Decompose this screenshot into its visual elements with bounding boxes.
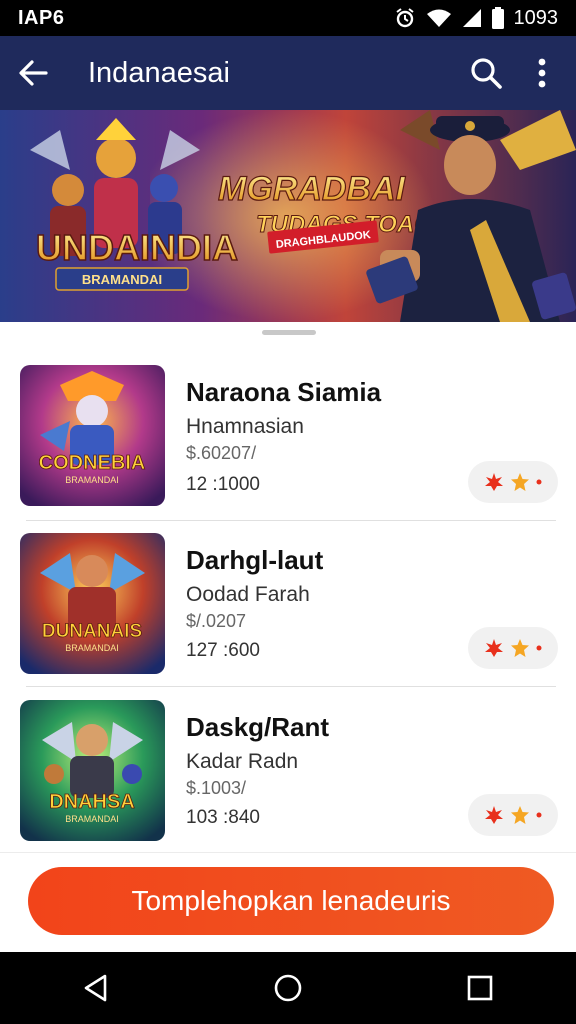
star-icon — [511, 473, 529, 491]
overflow-menu-button[interactable] — [514, 36, 570, 110]
item-title: Daskg/Rant — [186, 712, 330, 742]
thumb-subtitle: BRAMANDAI — [65, 475, 119, 485]
dot-icon — [536, 479, 542, 485]
list-divider — [26, 686, 556, 687]
arrow-left-icon — [19, 60, 48, 86]
system-nav-bar — [0, 952, 576, 1024]
signal-icon — [462, 9, 481, 27]
item-price: $.1003/ — [186, 778, 247, 798]
flame-icon — [485, 806, 503, 824]
more-vert-icon — [538, 58, 546, 88]
nav-back-button[interactable] — [66, 958, 126, 1018]
search-icon — [471, 58, 502, 89]
item-subtitle: Hnamnasian — [186, 415, 304, 438]
alarm-icon — [395, 8, 414, 28]
item-subtitle: Kadar Radn — [186, 750, 299, 773]
banner-logo-text: UNDAINDIA — [36, 227, 238, 268]
rating-badge[interactable] — [468, 627, 558, 669]
cta-bar: Tomplehopkan lenadeuris — [0, 852, 576, 952]
dot-icon — [536, 812, 542, 818]
thumb-title: CODNEBIA — [39, 452, 146, 474]
status-time: 1093 — [513, 6, 559, 29]
nav-recents-icon — [467, 975, 493, 1001]
sheet-drag-handle[interactable] — [262, 330, 316, 335]
flame-icon — [485, 639, 503, 657]
item-stat: 103 :840 — [186, 807, 260, 828]
game-thumbnail: DNAHSA BRAMANDAI — [20, 700, 165, 841]
item-stat: 127 :600 — [186, 640, 260, 661]
promo-banner[interactable]: UNDAINDIA BRAMANDAI MGRADBAI TUDAGS TOAG… — [0, 110, 576, 322]
battery-icon — [491, 7, 504, 29]
item-price: $.60207/ — [186, 443, 257, 463]
rating-badge[interactable] — [468, 794, 558, 836]
nav-recents-button[interactable] — [450, 958, 510, 1018]
star-icon — [511, 806, 529, 824]
banner-logo-subtitle: BRAMANDAI — [82, 272, 162, 287]
back-button[interactable] — [0, 36, 66, 110]
search-button[interactable] — [458, 36, 514, 110]
game-thumbnail: DUNANAIS BRAMANDAI — [20, 533, 165, 674]
list-item[interactable]: DNAHSA BRAMANDAI Daskg/Rant Kadar Radn $… — [0, 700, 576, 866]
item-title: Naraona Siamia — [186, 377, 382, 407]
status-carrier-label: IAP6 — [18, 6, 65, 29]
nav-home-icon — [274, 974, 302, 1002]
item-price: $/.0207 — [186, 611, 247, 631]
thumb-title: DNAHSA — [49, 791, 135, 813]
dot-icon — [536, 645, 542, 651]
star-icon — [511, 639, 529, 657]
game-thumbnail: CODNEBIA BRAMANDAI — [20, 365, 165, 506]
results-sheet: CODNEBIA BRAMANDAI Naraona Siamia Hnamna… — [0, 322, 576, 852]
nav-home-button[interactable] — [258, 958, 318, 1018]
list-item[interactable]: CODNEBIA BRAMANDAI Naraona Siamia Hnamna… — [0, 365, 576, 531]
nav-back-icon — [84, 974, 107, 1002]
item-title: Darhgl-laut — [186, 545, 324, 575]
page-title: Indanaesai — [88, 56, 230, 89]
app-bar: Indanaesai — [0, 36, 576, 110]
banner-headline-1: MGRADBAI — [218, 170, 407, 208]
thumb-subtitle: BRAMANDAI — [65, 814, 119, 824]
thumb-title: DUNANAIS — [42, 621, 142, 642]
flame-icon — [485, 473, 503, 491]
wifi-icon — [426, 9, 451, 27]
primary-cta-button[interactable]: Tomplehopkan lenadeuris — [28, 867, 554, 935]
item-subtitle: Oodad Farah — [186, 583, 310, 606]
status-bar: IAP6 1093 — [0, 0, 576, 36]
banner-artwork: UNDAINDIA BRAMANDAI MGRADBAI TUDAGS TOAG… — [0, 110, 576, 322]
item-stat: 12 :1000 — [186, 474, 260, 495]
rating-badge[interactable] — [468, 461, 558, 503]
list-item[interactable]: DUNANAIS BRAMANDAI Darhgl-laut Oodad Far… — [0, 533, 576, 699]
list-divider — [26, 520, 556, 521]
thumb-subtitle: BRAMANDAI — [65, 643, 119, 653]
